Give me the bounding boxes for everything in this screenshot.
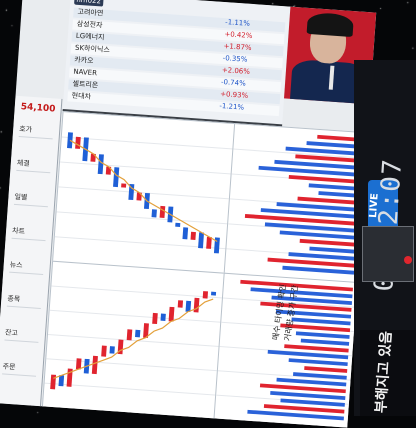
candle bbox=[168, 306, 175, 322]
candle bbox=[91, 355, 98, 375]
sidebar-menu-item[interactable]: 주문 bbox=[2, 361, 37, 377]
watchlist-row-change: -1.21% bbox=[219, 101, 245, 112]
volume-bar bbox=[300, 338, 350, 346]
watchlist-row-change: +0.42% bbox=[224, 30, 253, 41]
stream-caption: 부해지고 있음 bbox=[360, 330, 416, 416]
candle bbox=[151, 209, 157, 218]
volume-bar bbox=[293, 372, 347, 380]
volume-bar bbox=[288, 174, 361, 184]
sidebar-menu-item[interactable]: 체결 bbox=[16, 157, 52, 174]
watchlist-row-change: -0.35% bbox=[222, 54, 248, 64]
volume-bar bbox=[299, 238, 357, 247]
candle bbox=[198, 232, 205, 249]
stream-caption-text: 부해지고 있음 bbox=[373, 330, 395, 414]
watchlist-row-label: SK하이닉스 bbox=[74, 43, 111, 55]
sidebar-menu-item[interactable]: 잔고 bbox=[4, 327, 40, 343]
volume-bar bbox=[280, 398, 345, 407]
watchlist-row-label: 카카오 bbox=[73, 55, 94, 66]
candle bbox=[185, 300, 192, 312]
candle bbox=[101, 345, 107, 357]
price-chart-bottom[interactable] bbox=[41, 260, 226, 421]
candle bbox=[193, 297, 200, 313]
candle bbox=[126, 329, 133, 341]
candle bbox=[58, 375, 65, 387]
candle bbox=[182, 227, 189, 240]
current-price: 54,100 bbox=[20, 102, 56, 115]
candle bbox=[75, 358, 82, 370]
sidebar-menu-item[interactable]: 일별 bbox=[13, 191, 49, 208]
candle bbox=[152, 312, 158, 325]
watchlist-row-change: +0.93% bbox=[219, 89, 249, 100]
volume-bar bbox=[291, 317, 351, 326]
candle bbox=[135, 329, 141, 338]
sidebar-menu-item[interactable]: 차트 bbox=[11, 225, 47, 242]
candle bbox=[159, 205, 166, 219]
watchlist-row-change: +1.87% bbox=[223, 42, 252, 53]
sidebar-menu-item[interactable]: 호가 bbox=[18, 124, 54, 140]
streamer-hair bbox=[306, 11, 354, 38]
candle bbox=[128, 183, 135, 201]
moving-average-line bbox=[69, 139, 218, 242]
watchlist-row-label: 셀트리온 bbox=[72, 79, 99, 90]
volume-chart-top[interactable] bbox=[223, 123, 370, 285]
watchlist-row-label: LG에너지 bbox=[75, 31, 105, 42]
candle bbox=[206, 236, 212, 249]
watchlist-row-label: 현대차 bbox=[71, 91, 92, 101]
watchlist-row-change: -1.11% bbox=[224, 18, 251, 28]
volume-bar bbox=[288, 358, 348, 367]
trading-screen: hm022 고려아연 -1.11% 삼성전자 +0.42% LG에너지 +1.87% SK하… bbox=[0, 0, 377, 428]
volume-bar bbox=[309, 246, 356, 254]
gridline bbox=[56, 211, 229, 225]
candle bbox=[97, 154, 104, 175]
volume-bar bbox=[308, 183, 361, 191]
watchlist-row-change: +2.06% bbox=[221, 66, 251, 76]
gridline bbox=[51, 285, 223, 299]
candle bbox=[113, 167, 120, 188]
watchlist-panel: hm022 고려아연 -1.11% 삼성전자 +0.42% LG에너지 +1.87% SK하… bbox=[62, 0, 291, 128]
candle bbox=[175, 222, 181, 228]
video-thumbnail[interactable] bbox=[362, 226, 414, 282]
sidebar-menu-item[interactable]: 종목 bbox=[6, 293, 42, 309]
selected-ticker-badge[interactable]: hm022 bbox=[74, 0, 104, 7]
watchlist-row-label: NAVER bbox=[73, 67, 98, 78]
candle bbox=[177, 300, 184, 308]
sidebar-menu-item[interactable]: 뉴스 bbox=[9, 259, 45, 276]
candle bbox=[75, 136, 81, 149]
candle bbox=[202, 291, 209, 299]
candle bbox=[50, 374, 57, 390]
candle bbox=[211, 291, 217, 296]
volume-bar bbox=[295, 331, 350, 339]
watchlist-row-label: 삼성전자 bbox=[76, 19, 103, 30]
volume-bar bbox=[304, 366, 348, 373]
volume-bar bbox=[288, 252, 356, 261]
volume-bar bbox=[282, 265, 355, 275]
candle bbox=[160, 313, 166, 322]
watchlist-row-label: 고려아연 bbox=[77, 7, 104, 18]
volume-bar bbox=[297, 196, 360, 205]
gridline bbox=[47, 334, 220, 348]
price-chart-top[interactable] bbox=[51, 111, 237, 275]
rec-dot-icon bbox=[404, 256, 412, 264]
candle bbox=[109, 346, 115, 354]
candle bbox=[190, 231, 196, 240]
gridline bbox=[60, 161, 232, 175]
candle bbox=[121, 183, 127, 188]
watchlist-row-change: -0.74% bbox=[220, 78, 246, 88]
